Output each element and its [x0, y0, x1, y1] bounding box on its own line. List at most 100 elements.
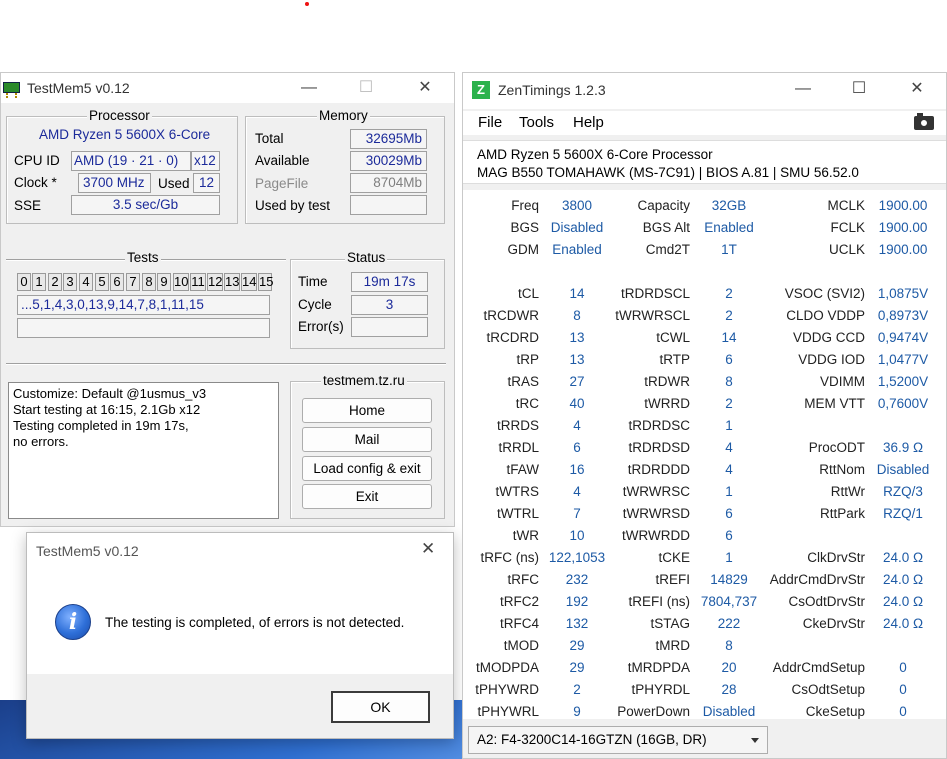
test-cell-11: 11: [190, 273, 206, 291]
test-progress-field: [17, 318, 270, 338]
timing-value: 24.0 Ω: [882, 550, 924, 565]
testmem-window: TestMem5 v0.12 — ☐ ✕ Processor AMD Ryzen…: [0, 72, 455, 527]
timing-value: 24.0 Ω: [882, 594, 924, 609]
zt-minimize-button[interactable]: —: [783, 77, 823, 101]
cpu-name: AMD Ryzen 5 5600X 6-Core: [39, 127, 211, 142]
log-textarea[interactable]: Customize: Default @1usmus_v3 Start test…: [8, 382, 279, 519]
timing-value: 13: [569, 352, 585, 367]
timing-value: 27: [569, 374, 585, 389]
timing-value: 1900.00: [878, 242, 928, 257]
timing-value: 14: [569, 286, 585, 301]
tests-heading: Tests: [125, 250, 161, 265]
time-field: 19m 17s: [351, 272, 428, 292]
timing-value: 0,8973V: [877, 308, 929, 323]
dialog-title: TestMem5 v0.12: [36, 543, 139, 559]
maximize-button[interactable]: ☐: [346, 76, 386, 100]
timing-value: Disabled: [702, 704, 756, 719]
zentimings-titlebar[interactable]: Z ZenTimings 1.2.3 — ☐ ✕: [463, 73, 946, 109]
timing-label: VDIMM: [820, 374, 865, 389]
dimm-select[interactable]: A2: F4-3200C14-16GTZN (16GB, DR): [468, 726, 768, 754]
zt-maximize-button[interactable]: ☐: [839, 77, 879, 101]
timing-value: 6: [725, 528, 733, 543]
timing-label: tREFI (ns): [628, 594, 690, 609]
timing-value: 10: [569, 528, 585, 543]
timing-label: tMRDPDA: [627, 660, 690, 675]
timing-value: 1900.00: [878, 220, 928, 235]
load-config-exit-button[interactable]: Load config & exit: [302, 456, 432, 481]
timing-value: 28: [721, 682, 737, 697]
timing-value: 1900.00: [878, 198, 928, 213]
camera-icon[interactable]: [914, 113, 934, 130]
timing-value: 0: [899, 704, 907, 719]
timing-label: tWRWRDD: [622, 528, 690, 543]
home-button[interactable]: Home: [302, 398, 432, 423]
exit-button[interactable]: Exit: [302, 484, 432, 509]
timing-value: 4: [725, 462, 733, 477]
test-cell-0: 0: [17, 273, 31, 291]
dimm-select-value: A2: F4-3200C14-16GTZN (16GB, DR): [477, 732, 707, 747]
completion-dialog: TestMem5 v0.12 ✕ i The testing is comple…: [26, 532, 454, 739]
timing-value: 6: [573, 440, 581, 455]
timing-value: 192: [565, 594, 589, 609]
timing-value: 8: [573, 308, 581, 323]
timing-value: 24.0 Ω: [882, 616, 924, 631]
test-cell-8: 8: [142, 273, 156, 291]
timing-value: 13: [569, 330, 585, 345]
timing-value: 0,7600V: [877, 396, 929, 411]
sse-label: SSE: [14, 198, 42, 213]
timing-label: MEM VTT: [804, 396, 865, 411]
dialog-message: The testing is completed, of errors is n…: [105, 615, 405, 630]
test-cell-10: 10: [173, 273, 189, 291]
timing-value: Enabled: [704, 220, 754, 235]
timing-value: 232: [565, 572, 589, 587]
timing-value: 7804,737: [700, 594, 758, 609]
timing-label: Capacity: [637, 198, 690, 213]
red-dot: [305, 2, 309, 6]
minimize-button[interactable]: —: [289, 76, 329, 100]
used-by-test-field: [350, 195, 427, 215]
time-label: Time: [298, 274, 328, 289]
clock-field: 3700 MHz: [78, 173, 151, 193]
timing-value: 20: [721, 660, 737, 675]
pagefile-field: 8704Mb: [350, 173, 427, 193]
timing-label: CsOdtDrvStr: [788, 594, 865, 609]
test-cell-14: 14: [241, 273, 257, 291]
timing-label: tRDRDSCL: [620, 286, 690, 301]
timing-label: tPHYRDL: [631, 682, 690, 697]
timing-value: 2: [725, 308, 733, 323]
dialog-close-button[interactable]: ✕: [421, 539, 435, 559]
chevron-down-icon: [751, 738, 759, 743]
timing-value: 8: [725, 374, 733, 389]
errors-field: [351, 317, 428, 337]
used-field: 12: [193, 173, 220, 193]
menu-help[interactable]: Help: [573, 114, 604, 131]
timing-value: 8: [725, 638, 733, 653]
timing-label: tPHYWRL: [477, 704, 539, 719]
timing-value: 7: [573, 506, 581, 521]
timing-value: 0,9474V: [877, 330, 929, 345]
close-button[interactable]: ✕: [405, 76, 445, 100]
timing-value: 1: [725, 418, 733, 433]
timing-value: Enabled: [552, 242, 602, 257]
ram-icon: [3, 82, 20, 96]
mail-button[interactable]: Mail: [302, 427, 432, 452]
timing-label: ClkDrvStr: [807, 550, 865, 565]
menu-file[interactable]: File: [478, 114, 502, 131]
timing-value: 29: [569, 638, 585, 653]
timing-value: 6: [725, 506, 733, 521]
testmem-titlebar[interactable]: TestMem5 v0.12 — ☐ ✕: [1, 73, 454, 103]
zt-close-button[interactable]: ✕: [897, 77, 937, 101]
timing-value: 1,0875V: [877, 286, 929, 301]
timing-value: RZQ/3: [883, 484, 923, 499]
test-cell-15: 15: [258, 273, 274, 291]
timing-value: 24.0 Ω: [882, 572, 924, 587]
test-cell-3: 3: [63, 273, 77, 291]
timing-label: tRDRDSC: [628, 418, 690, 433]
menu-tools[interactable]: Tools: [519, 114, 554, 131]
ok-button[interactable]: OK: [331, 691, 430, 723]
test-cell-12: 12: [207, 273, 223, 291]
timing-label: tMODPDA: [475, 660, 539, 675]
processor-heading: Processor: [87, 108, 152, 123]
timing-value: Disabled: [876, 462, 930, 477]
timing-label: AddrCmdDrvStr: [769, 572, 865, 587]
